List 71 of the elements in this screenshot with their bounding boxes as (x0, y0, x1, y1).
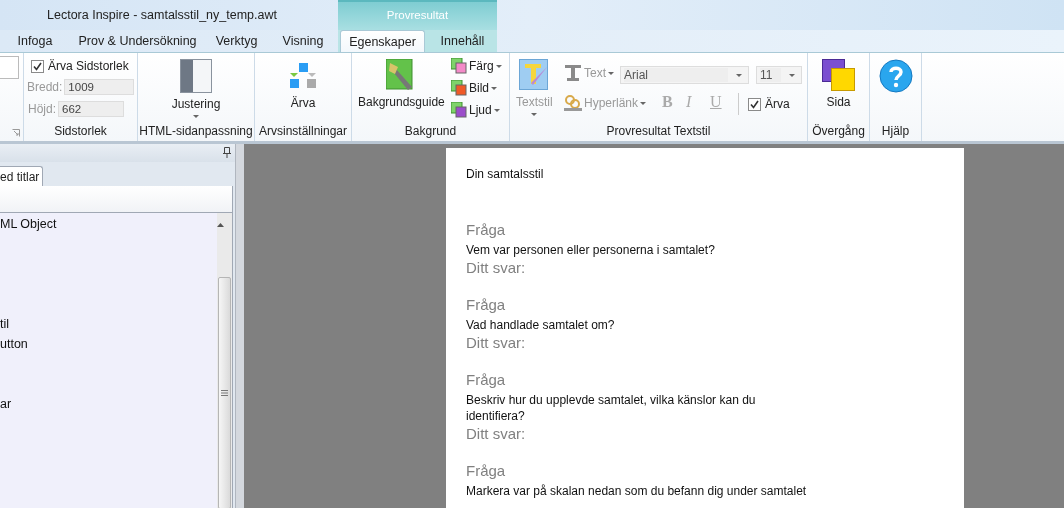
ribbon-tab[interactable]: Prov & Undersökning (70, 30, 205, 52)
answer-label: Ditt svar: (466, 424, 527, 444)
question-label: Fråga (466, 295, 507, 315)
question-label: Fråga (466, 461, 507, 481)
swatch-icon (451, 102, 467, 118)
help-icon[interactable] (879, 59, 913, 93)
ribbon-tab[interactable]: Infoga (0, 30, 70, 52)
swatch-icon (451, 80, 467, 96)
ribbon-tab[interactable]: Egenskaper (340, 30, 425, 52)
dialog-launcher-icon[interactable] (12, 129, 20, 137)
caret-icon (193, 115, 199, 118)
group-label: Bakgrund (403, 123, 458, 140)
scrollbar-thumb[interactable] (218, 277, 231, 508)
question-text: Beskriv hur du upplevde samtalet, vilka känslor kan du identifiera? (466, 392, 757, 424)
caret-icon (640, 101, 647, 105)
overlapping-squares-icon (821, 59, 856, 91)
inherit-button[interactable]: Ärva (255, 63, 351, 110)
caret-icon (531, 113, 538, 116)
answer-label: Ditt svar: (466, 258, 527, 278)
ribbon-tab[interactable]: Verktyg (205, 30, 268, 52)
swatch-icon (451, 58, 467, 74)
answer-label: Ditt svar: (466, 333, 527, 353)
group-label: HTML-sidanpassning (138, 123, 254, 140)
font-dropdown[interactable]: Arial (620, 66, 749, 84)
question-text: Markera var på skalan nedan som du befann dig under samtalet (466, 483, 808, 499)
context-tab-header: Provresultat (338, 0, 497, 30)
ribbon-tab[interactable]: Visning (268, 30, 338, 52)
background-wizard-button[interactable]: Bakgrundsguide (358, 59, 445, 109)
caret-icon (608, 71, 614, 75)
hierarchy-icon (290, 63, 316, 89)
caret-icon (491, 86, 497, 90)
question-text: Vad handlade samtalet om? (466, 317, 616, 333)
question-label: Fråga (466, 220, 507, 240)
group-label: Provresultat Textstil (605, 123, 712, 140)
size-dropdown[interactable]: 11 (756, 66, 802, 84)
field-label: Höjd: (28, 102, 56, 116)
group-label: Övergång (811, 123, 866, 140)
scrollbar[interactable] (217, 213, 232, 508)
grip-icon (221, 390, 228, 396)
pin-icon[interactable] (223, 147, 231, 158)
inherit-checkbox[interactable]: Ärva (748, 97, 790, 111)
caret-icon (495, 64, 502, 68)
page-transition-button[interactable]: Sida (808, 59, 869, 109)
question-text: Vem var personen eller personerna i samtalet? (466, 242, 716, 258)
checkbox-icon (748, 97, 761, 111)
group-label: Hjälp (880, 123, 911, 140)
inherit-checkbox[interactable]: Ärva Sidstorlek (31, 59, 129, 73)
group-label: Sidstorlek (53, 123, 108, 140)
justering-button[interactable]: Justering (138, 59, 254, 118)
text-field[interactable] (0, 56, 19, 79)
tree-item[interactable]: ar (0, 394, 12, 414)
pane-tab[interactable]: ed titlar (0, 166, 44, 186)
page-layout-icon (180, 59, 212, 93)
background-menu-button[interactable]: Ljud (451, 102, 500, 118)
field-label: Bredd: (27, 80, 63, 94)
window-title: Lectora Inspire - samtalsstil_ny_temp.awt (47, 7, 278, 24)
group-label: Arvsinställningar (257, 123, 348, 140)
text-brush-icon (519, 59, 550, 91)
background-menu-button[interactable]: Färg (451, 58, 502, 74)
tree-item[interactable]: til (0, 314, 10, 334)
checkbox-icon (31, 59, 44, 73)
chain-link-icon (564, 95, 582, 111)
question-label: Fråga (466, 370, 507, 390)
scroll-up-arrow-icon[interactable] (217, 223, 224, 227)
tree-item[interactable]: ML Object (0, 214, 57, 234)
page-title: Din samtalsstil (466, 166, 545, 182)
caret-icon (493, 108, 500, 112)
background-menu-button[interactable]: Bild (451, 80, 497, 96)
ribbon-tab[interactable]: Innehåll (425, 30, 500, 52)
tree-item[interactable]: utton (0, 334, 28, 354)
text-icon (564, 65, 582, 81)
